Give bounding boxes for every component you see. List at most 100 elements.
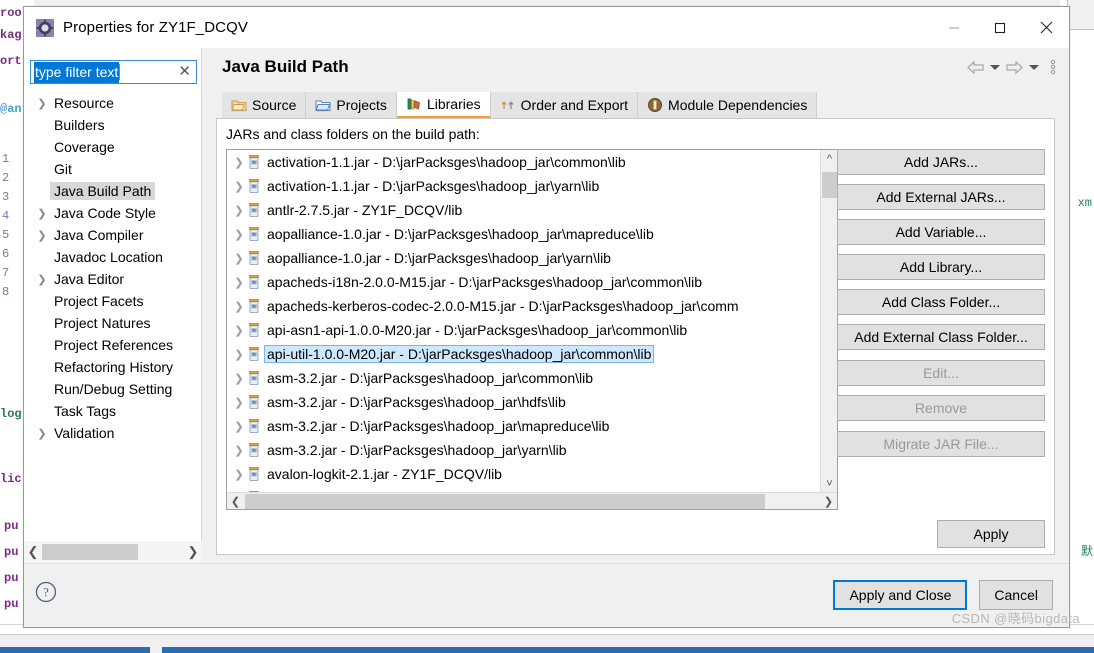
add-external-jars-button[interactable]: Add External JARs... — [837, 184, 1045, 210]
tab-source[interactable]: Source — [222, 92, 307, 118]
add-class-folder-button[interactable]: Add Class Folder... — [837, 289, 1045, 315]
chevron-right-icon[interactable]: ❯ — [231, 372, 247, 385]
tab-module-dependencies[interactable]: Module Dependencies — [638, 92, 818, 118]
clear-filter-icon[interactable]: ✕ — [178, 64, 191, 80]
tab-order-and-export[interactable]: Order and Export — [490, 92, 639, 118]
jar-list-box[interactable]: ❯ 010 activation-1.1.jar - D:\jarPacksges\… — [226, 149, 838, 510]
sidebar-item-refactoring-history[interactable]: Refactoring History — [24, 356, 201, 378]
sidebar-item-label: Java Editor — [54, 271, 125, 287]
jar-list-item-label: aopalliance-1.0.jar - D:\jarPacksges\had… — [267, 250, 611, 266]
chevron-right-icon[interactable]: ❯ — [231, 228, 247, 241]
chevron-right-icon[interactable]: ❯ — [34, 273, 50, 286]
view-menu-icon[interactable] — [1049, 59, 1057, 75]
apply-button[interactable]: Apply — [937, 520, 1045, 548]
jar-list-vertical-scrollbar[interactable]: ^ ˅ — [820, 150, 837, 492]
sidebar-item-builders[interactable]: Builders — [24, 114, 201, 136]
chevron-right-icon[interactable]: ❯ — [34, 427, 50, 440]
add-variable-button[interactable]: Add Variable... — [837, 219, 1045, 245]
hscroll-right-icon[interactable]: ❯ — [820, 493, 837, 509]
jar-list-item[interactable]: ❯ 010 apacheds-i18n-2.0.0-M15.jar - D:\jar… — [227, 270, 820, 294]
jar-list-item[interactable]: ❯ 010 asm-3.2.jar - D:\jarPacksges\hadoop_… — [227, 366, 820, 390]
add-external-class-folder-button[interactable]: Add External Class Folder... — [837, 324, 1045, 350]
jar-file-icon: 010 — [247, 346, 265, 362]
chevron-right-icon[interactable]: ❯ — [231, 324, 247, 337]
chevron-right-icon[interactable]: ❯ — [34, 97, 50, 110]
sidebar-item-javadoc-location[interactable]: Javadoc Location — [24, 246, 201, 268]
apply-and-close-button[interactable]: Apply and Close — [833, 580, 968, 610]
chevron-right-icon[interactable]: ❯ — [231, 348, 247, 361]
jar-list-item[interactable]: ❯ 010 aopalliance-1.0.jar - D:\jarPacksges… — [227, 246, 820, 270]
forward-dropdown-chevron-icon[interactable] — [1029, 64, 1039, 70]
jar-list-item[interactable]: ❯ 010 antlr-2.7.5.jar - ZY1F_DCQV/lib — [227, 198, 820, 222]
chevron-right-icon[interactable]: ❯ — [231, 396, 247, 409]
settings-tree[interactable]: ❯ Resource Builders Coverage Git Java Build P… — [24, 92, 201, 533]
minimize-icon[interactable] — [931, 7, 977, 48]
sidebar-item-java-editor[interactable]: ❯ Java Editor — [24, 268, 201, 290]
scroll-down-icon[interactable]: ˅ — [821, 475, 837, 492]
jar-list-item[interactable]: ❯ 010 api-asn1-api-1.0.0-M20.jar - D:\jarP… — [227, 318, 820, 342]
jar-list-item[interactable]: ❯ 010 aopalliance-1.0.jar - D:\jarPacksges… — [227, 222, 820, 246]
jar-list[interactable]: ❯ 010 activation-1.1.jar - D:\jarPacksges\… — [227, 150, 820, 492]
filter-input[interactable]: type filter text — [34, 61, 120, 83]
add-library-button[interactable]: Add Library... — [837, 254, 1045, 280]
chevron-right-icon[interactable]: ❯ — [231, 180, 247, 193]
sidebar-item-validation[interactable]: ❯ Validation — [24, 422, 201, 444]
chevron-right-icon[interactable]: ❯ — [231, 420, 247, 433]
tree-hscroll-thumb[interactable] — [42, 544, 138, 560]
dialog-titlebar[interactable]: Properties for ZY1F_DCQV — [24, 7, 1069, 48]
sidebar-item-project-facets[interactable]: Project Facets — [24, 290, 201, 312]
sidebar-item-java-build-path[interactable]: Java Build Path — [24, 180, 201, 202]
sidebar-item-coverage[interactable]: Coverage — [24, 136, 201, 158]
jar-list-item[interactable]: ❯ 010 asm-3.2.jar - D:\jarPacksges\hadoop_… — [227, 438, 820, 462]
sidebar-item-java-code-style[interactable]: ❯ Java Code Style — [24, 202, 201, 224]
maximize-icon[interactable] — [977, 7, 1023, 48]
jar-list-item[interactable]: ❯ 010 activation-1.1.jar - D:\jarPacksges\… — [227, 174, 820, 198]
tab-libraries[interactable]: Libraries — [396, 92, 491, 118]
sidebar-item-label: Resource — [54, 95, 114, 111]
chevron-right-icon[interactable]: ❯ — [231, 156, 247, 169]
chevron-right-icon[interactable]: ❯ — [34, 207, 50, 220]
jar-file-icon: 010 — [247, 274, 265, 290]
chevron-right-icon[interactable]: ❯ — [231, 468, 247, 481]
jar-list-horizontal-scrollbar[interactable]: ❮ ❯ — [227, 492, 837, 509]
filter-input-wrapper[interactable]: type filter text ✕ — [30, 60, 197, 84]
tree-hscroll-track[interactable] — [42, 541, 184, 563]
jar-list-item[interactable]: ❯ 010 avalon-logkit-2.1.jar - ZY1F_DCQV/li… — [227, 462, 820, 486]
chevron-right-icon[interactable]: ❯ — [231, 252, 247, 265]
sidebar-item-git[interactable]: Git — [24, 158, 201, 180]
hscroll-left-icon[interactable]: ❮ — [227, 493, 244, 509]
back-arrow-icon[interactable] — [967, 60, 984, 74]
jar-list-hscroll-thumb[interactable] — [245, 494, 765, 509]
sidebar-item-project-natures[interactable]: Project Natures — [24, 312, 201, 334]
close-icon[interactable] — [1023, 7, 1069, 48]
scroll-right-icon[interactable]: ❯ — [184, 541, 202, 563]
tree-horizontal-scrollbar[interactable]: ❮ ❯ — [24, 541, 202, 563]
edit-button: Edit... — [837, 360, 1045, 386]
cancel-button[interactable]: Cancel — [979, 580, 1053, 610]
jar-list-item[interactable]: ❯ 010 asm-3.2.jar - D:\jarPacksges\hadoop_… — [227, 390, 820, 414]
jar-list-item[interactable]: ❯ 010 apacheds-kerberos-codec-2.0.0-M15.ja… — [227, 294, 820, 318]
help-question-icon[interactable]: ? — [34, 580, 58, 604]
sidebar-item-java-compiler[interactable]: ❯ Java Compiler — [24, 224, 201, 246]
build-path-tabs[interactable]: Source Projects Libraries Order and Export M… — [222, 92, 1069, 118]
jar-list-item[interactable]: ❯ 010 asm-3.2.jar - D:\jarPacksges\hadoop_… — [227, 414, 820, 438]
chevron-right-icon[interactable]: ❯ — [231, 276, 247, 289]
chevron-right-icon[interactable]: ❯ — [231, 444, 247, 457]
chevron-right-icon[interactable]: ❯ — [34, 229, 50, 242]
tab-projects[interactable]: Projects — [306, 92, 397, 118]
scroll-left-icon[interactable]: ❮ — [24, 541, 42, 563]
forward-arrow-icon[interactable] — [1006, 60, 1023, 74]
back-dropdown-chevron-icon[interactable] — [990, 64, 1000, 70]
add-jars-button[interactable]: Add JARs... — [837, 149, 1045, 175]
sidebar-item-task-tags[interactable]: Task Tags — [24, 400, 201, 422]
chevron-right-icon[interactable]: ❯ — [231, 300, 247, 313]
sidebar-item-project-references[interactable]: Project References — [24, 334, 201, 356]
scroll-up-icon[interactable]: ^ — [821, 150, 837, 167]
sidebar-item-resource[interactable]: ❯ Resource — [24, 92, 201, 114]
tab-label: Source — [252, 97, 297, 113]
jar-list-item[interactable]: ❯ 010 activation-1.1.jar - D:\jarPacksges\… — [227, 150, 820, 174]
jar-list-item[interactable]: ❯ 010 api-util-1.0.0-M20.jar - D:\jarPacks… — [227, 342, 820, 366]
jar-list-vscroll-thumb[interactable] — [822, 172, 837, 198]
chevron-right-icon[interactable]: ❯ — [231, 204, 247, 217]
sidebar-item-run-debug-setting[interactable]: Run/Debug Setting — [24, 378, 201, 400]
